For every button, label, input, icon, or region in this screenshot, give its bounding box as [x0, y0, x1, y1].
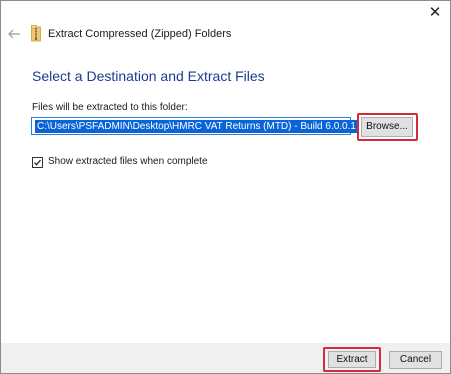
extract-button[interactable]: Extract: [328, 351, 376, 368]
dialog-footer: [1, 343, 450, 373]
zip-folder-icon: [31, 25, 41, 42]
show-files-checkbox[interactable]: [32, 157, 43, 168]
destination-path-value: C:\Users\PSFADMIN\Desktop\HMRC VAT Retur…: [35, 120, 358, 133]
page-heading: Select a Destination and Extract Files: [32, 68, 265, 84]
destination-label: Files will be extracted to this folder:: [32, 102, 188, 113]
show-files-label: Show extracted files when complete: [48, 156, 208, 167]
window-title: Extract Compressed (Zipped) Folders: [48, 28, 232, 40]
back-arrow-icon[interactable]: [7, 27, 21, 41]
cancel-button[interactable]: Cancel: [389, 351, 442, 369]
browse-button[interactable]: Browse...: [361, 117, 413, 137]
checkmark-icon: [34, 159, 41, 166]
close-button[interactable]: ✕: [426, 4, 444, 22]
close-icon: ✕: [428, 4, 442, 21]
extract-dialog: ✕ Extract Compressed (Zipped) Folders Se…: [0, 0, 451, 374]
destination-path-input[interactable]: C:\Users\PSFADMIN\Desktop\HMRC VAT Retur…: [31, 117, 358, 135]
